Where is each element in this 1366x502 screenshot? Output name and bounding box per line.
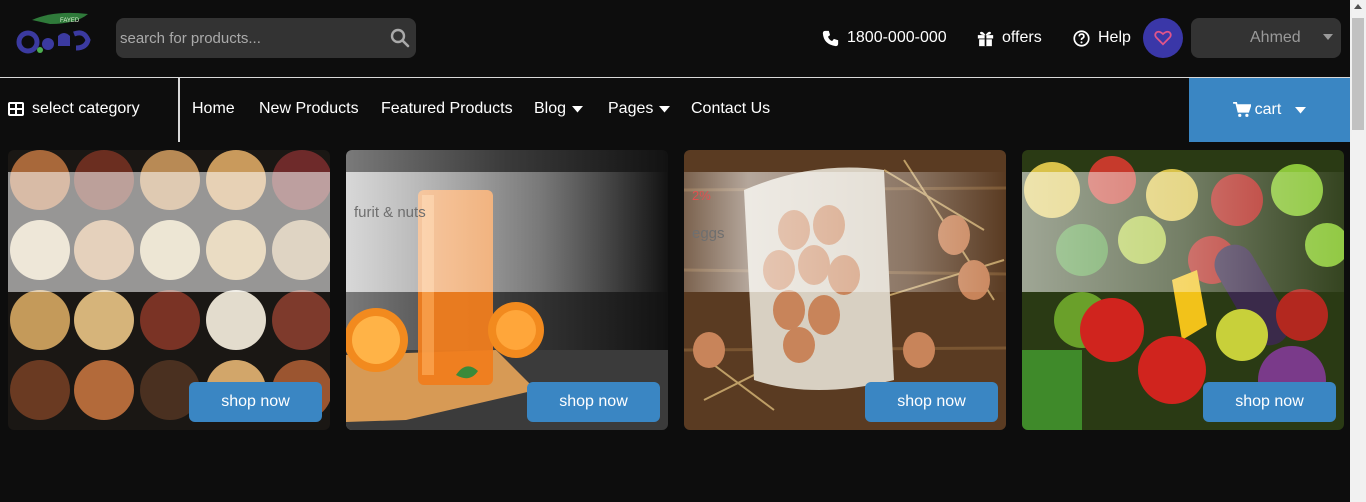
heart-icon — [1154, 30, 1172, 46]
search-icon[interactable] — [390, 28, 410, 48]
scrollbar-thumb[interactable] — [1352, 18, 1364, 130]
cart-icon — [1232, 102, 1251, 117]
top-header: FAYED 1800-000-000 offers Help Ahmed — [0, 0, 1350, 77]
shop-now-button[interactable]: shop now — [1203, 382, 1336, 422]
page-scrollbar[interactable] — [1350, 0, 1366, 502]
wishlist-button[interactable] — [1143, 18, 1183, 58]
search-box — [116, 18, 416, 58]
shop-now-button[interactable]: shop now — [189, 382, 322, 422]
product-card-vegetables[interactable]: shop now — [1022, 150, 1344, 430]
card-overlay — [8, 172, 330, 292]
card-title: eggs — [692, 225, 725, 242]
phone-number: 1800-000-000 — [847, 29, 947, 46]
nav-divider — [178, 78, 180, 142]
category-label: select category — [32, 100, 140, 117]
category-selector[interactable]: select category — [8, 100, 140, 118]
offers-link[interactable]: offers — [977, 26, 1042, 50]
user-name: Ahmed — [1250, 29, 1301, 46]
chevron-down-icon — [1323, 34, 1333, 40]
card-overlay — [346, 172, 668, 292]
card-overlay — [1022, 172, 1344, 292]
nav-new-products[interactable]: New Products — [259, 100, 359, 118]
svg-text:FAYED: FAYED — [60, 18, 80, 24]
product-card-juice[interactable]: furit & nuts shop now — [346, 150, 668, 430]
nav-home[interactable]: Home — [192, 100, 235, 118]
search-input[interactable] — [116, 18, 386, 58]
scroll-up-arrow-icon[interactable] — [1354, 4, 1362, 9]
card-overlay — [684, 172, 1006, 292]
product-card-eggs[interactable]: 2% eggs shop now — [684, 150, 1006, 430]
chevron-down-icon — [1295, 106, 1307, 113]
shop-now-button[interactable]: shop now — [527, 382, 660, 422]
phone-link[interactable]: 1800-000-000 — [822, 26, 947, 50]
chevron-down-icon — [659, 105, 671, 112]
site-logo[interactable]: FAYED — [14, 8, 98, 60]
offers-label: offers — [1002, 29, 1042, 46]
nav-featured-products[interactable]: Featured Products — [381, 100, 513, 118]
main-nav: select category Home New Products Featur… — [0, 78, 1350, 142]
phone-icon — [822, 30, 839, 46]
grid-icon — [8, 102, 24, 116]
help-link[interactable]: Help — [1073, 26, 1131, 50]
help-icon — [1073, 29, 1090, 47]
chevron-down-icon — [572, 105, 584, 112]
gift-icon — [977, 31, 994, 46]
card-title: furit & nuts — [354, 204, 426, 221]
discount-badge: 2% — [692, 188, 711, 203]
nav-contact-us[interactable]: Contact Us — [691, 100, 770, 118]
cart-button[interactable]: cart — [1189, 78, 1350, 142]
nav-blog[interactable]: Blog — [534, 100, 584, 118]
user-dropdown[interactable]: Ahmed — [1191, 18, 1341, 58]
nav-pages[interactable]: Pages — [608, 100, 671, 118]
shop-now-button[interactable]: shop now — [865, 382, 998, 422]
cart-label: cart — [1254, 101, 1282, 118]
product-card-nuts[interactable]: shop now — [8, 150, 330, 430]
help-label: Help — [1098, 29, 1131, 46]
